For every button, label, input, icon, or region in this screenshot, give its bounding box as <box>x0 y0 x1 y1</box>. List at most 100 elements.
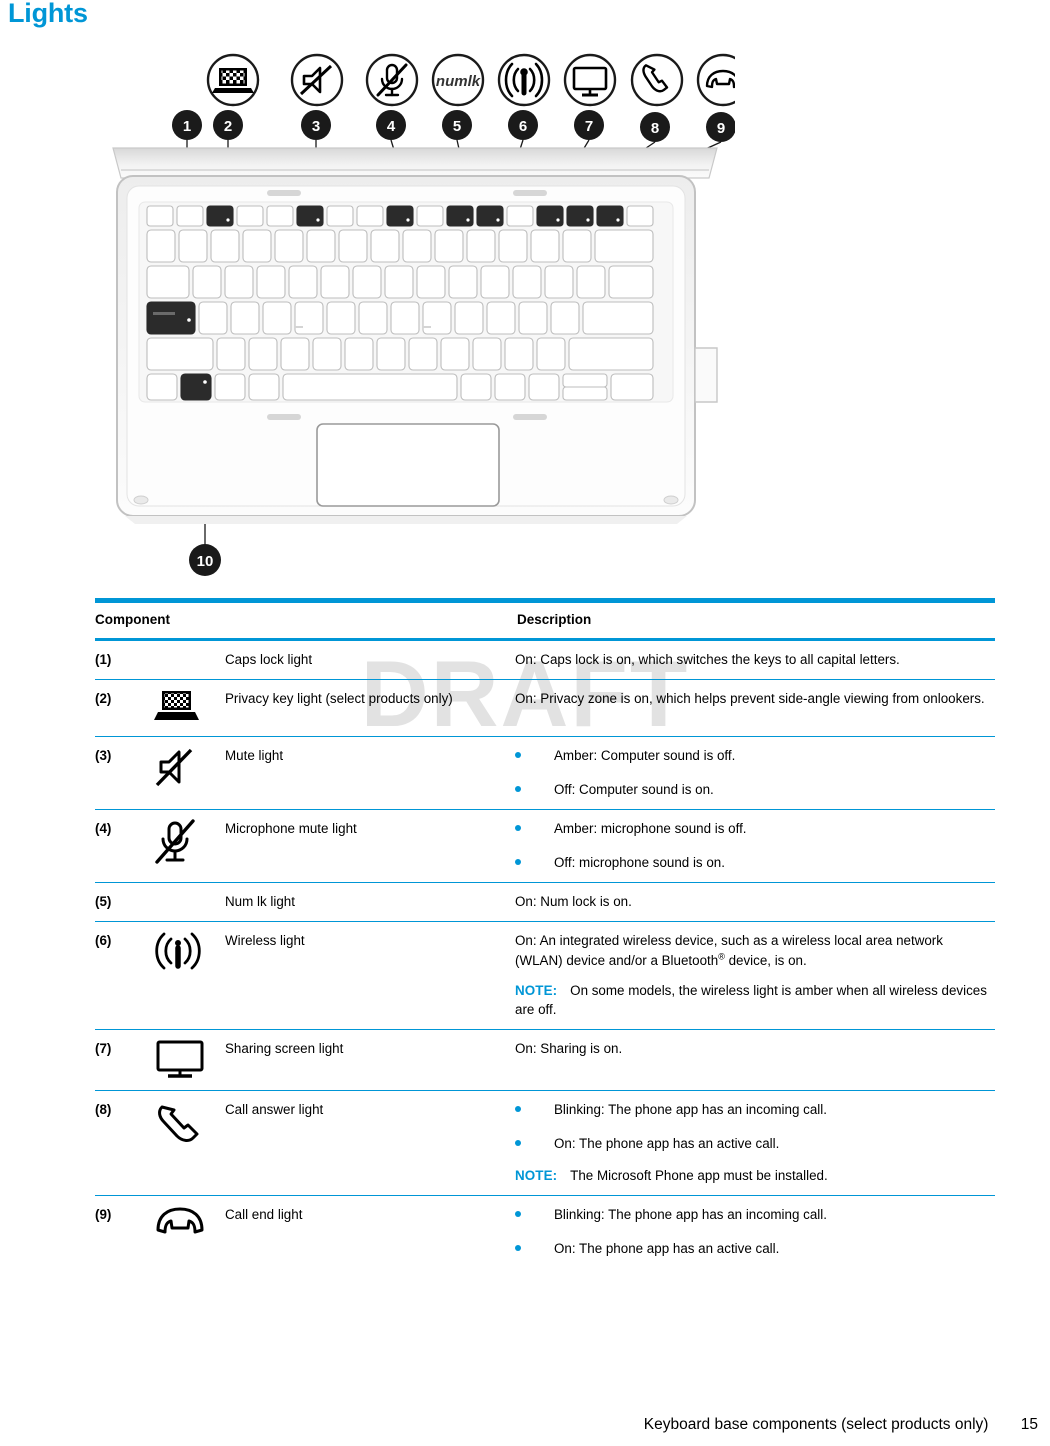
row-number: (3) <box>95 736 153 811</box>
svg-text:5: 5 <box>453 118 461 135</box>
call-end-icon <box>153 1196 225 1269</box>
table-body: (1) Caps lock light On: Caps lock is on,… <box>95 639 995 1269</box>
svg-text:10: 10 <box>197 553 214 570</box>
note-text: On some models, the wireless light is am… <box>515 982 987 1017</box>
row-number: (5) <box>95 882 153 923</box>
callout-7: 7 <box>574 110 604 140</box>
table-row: (3) Mute light Amber: Computer sound is … <box>95 736 995 811</box>
component-description: Amber: Computer sound is off. Off: Compu… <box>515 736 995 811</box>
table-row: (8) Call answer light Blinking: The phon… <box>95 1090 995 1197</box>
callout-5: 5 <box>442 110 472 140</box>
keyboard-base-lights-diagram: numlk 1 2 3 4 5 6 7 8 9 10 <box>95 30 735 590</box>
description-bullet: Blinking: The phone app has an incoming … <box>515 1100 991 1119</box>
mute-icon <box>153 736 225 811</box>
page-footer: Keyboard base components (select product… <box>644 1416 1038 1434</box>
description-paragraph: On: Sharing is on. <box>515 1040 623 1056</box>
description-note: NOTE: The Microsoft Phone app must be ins… <box>515 1166 991 1185</box>
svg-text:1: 1 <box>183 118 191 135</box>
component-description: On: Num lock is on. <box>515 882 995 923</box>
component-name: Microphone mute light <box>225 809 515 884</box>
svg-text:4: 4 <box>387 118 396 135</box>
description-bullet-list: Blinking: The phone app has an incoming … <box>515 1205 991 1258</box>
component-name: Call answer light <box>225 1090 515 1197</box>
svg-text:6: 6 <box>519 118 527 135</box>
component-description: On: Privacy zone is on, which helps prev… <box>515 679 995 738</box>
wireless-icon <box>153 921 225 1030</box>
description-bullet: Off: microphone sound is on. <box>515 853 991 872</box>
table-row: (1) Caps lock light On: Caps lock is on,… <box>95 639 995 681</box>
callout-3: 3 <box>301 110 331 140</box>
footer-section-title: Keyboard base components (select product… <box>643 1416 989 1433</box>
row-number: (9) <box>95 1207 112 1223</box>
row-icon-none <box>153 882 225 923</box>
component-description: On: An integrated wireless device, such … <box>515 921 995 1030</box>
privacy-key-icon <box>153 679 225 738</box>
row-number: (6) <box>95 921 153 1030</box>
components-table-container: Component Description (1) Caps lock ligh… <box>95 598 995 1268</box>
table-row: (6) Wireless light On: An integrated wir… <box>95 921 995 1030</box>
component-name: Sharing screen light <box>225 1029 515 1091</box>
component-description: Blinking: The phone app has an incoming … <box>515 1196 995 1269</box>
callout-4: 4 <box>376 110 406 140</box>
component-description: On: Sharing is on. <box>515 1029 995 1091</box>
component-description: On: Caps lock is on, which switches the … <box>515 639 995 681</box>
component-name: Caps lock light <box>225 639 515 681</box>
svg-text:7: 7 <box>585 118 593 135</box>
row-number: (4) <box>95 809 153 884</box>
page-title: Lights <box>8 0 88 28</box>
description-text: On: An integrated wireless device, such … <box>515 933 943 968</box>
row-number: (7) <box>95 1029 153 1091</box>
note-label: NOTE: <box>515 982 558 998</box>
description-bullet: Amber: microphone sound is off. <box>515 819 991 838</box>
components-table: Component Description (1) Caps lock ligh… <box>95 603 995 1268</box>
description-paragraph: On: Caps lock is on, which switches the … <box>515 652 900 668</box>
component-name: Wireless light <box>225 921 515 1030</box>
component-description: Blinking: The phone app has an incoming … <box>515 1090 995 1197</box>
callout-2: 2 <box>213 110 243 140</box>
description-paragraph: On: An integrated wireless device, such … <box>515 931 991 970</box>
table-row: (4) Microphone mute light Amber: microph… <box>95 809 995 884</box>
description-paragraph: On: Privacy zone is on, which helps prev… <box>515 691 985 707</box>
table-row: (2) Privacy key light (select products o… <box>95 679 995 738</box>
component-name: Num lk light <box>225 882 515 923</box>
component-name: Privacy key light (select products only) <box>225 679 515 738</box>
svg-text:2: 2 <box>224 118 232 135</box>
svg-text:3: 3 <box>312 118 320 135</box>
description-paragraph: On: Num lock is on. <box>515 894 632 910</box>
legend-icon-sharing-screen <box>563 53 617 107</box>
note-text: The Microsoft Phone app must be installe… <box>570 1168 828 1184</box>
sharing-screen-icon <box>153 1029 225 1091</box>
description-bullet: Blinking: The phone app has an incoming … <box>515 1205 991 1224</box>
note-label: NOTE: <box>515 1168 558 1184</box>
svg-text:9: 9 <box>717 120 725 137</box>
table-row: (7) Sharing screen light On: Sharing is … <box>95 1029 995 1091</box>
callout-1: 1 <box>172 110 202 140</box>
row-number: (8) <box>95 1090 153 1197</box>
description-bullet: On: The phone app has an active call. <box>515 1134 991 1153</box>
row-number: (1) <box>95 639 153 681</box>
svg-text:numlk: numlk <box>436 73 481 90</box>
column-header-description: Description <box>515 603 995 642</box>
svg-text:8: 8 <box>651 120 659 137</box>
description-bullet-list: Amber: Computer sound is off. Off: Compu… <box>515 746 991 799</box>
description-note: NOTE: On some models, the wireless light … <box>515 981 991 1019</box>
component-name: Mute light <box>225 736 515 811</box>
component-description: Amber: microphone sound is off. Off: mic… <box>515 809 995 884</box>
table-header-row: Component Description <box>95 603 995 642</box>
microphone-mute-icon <box>153 809 225 884</box>
component-name: Call end light <box>225 1207 303 1223</box>
description-bullet: Amber: Computer sound is off. <box>515 746 991 765</box>
description-bullet: Off: Computer sound is on. <box>515 780 991 799</box>
callout-10: 10 <box>189 544 221 576</box>
footer-page-number: 15 <box>1020 1416 1038 1433</box>
table-row: (5) Num lk light On: Num lock is on. <box>95 882 995 923</box>
description-bullet-list: Amber: microphone sound is off. Off: mic… <box>515 819 991 872</box>
table-row: (9) Call end light Blinking: The phone a… <box>95 1196 995 1269</box>
row-number: (2) <box>95 679 153 738</box>
column-header-component: Component <box>95 603 515 642</box>
description-bullet: On: The phone app has an active call. <box>515 1239 991 1258</box>
callout-9: 9 <box>706 112 735 142</box>
description-bullet-list: Blinking: The phone app has an incoming … <box>515 1100 991 1153</box>
row-icon-none <box>153 639 225 681</box>
callout-8: 8 <box>640 112 670 142</box>
